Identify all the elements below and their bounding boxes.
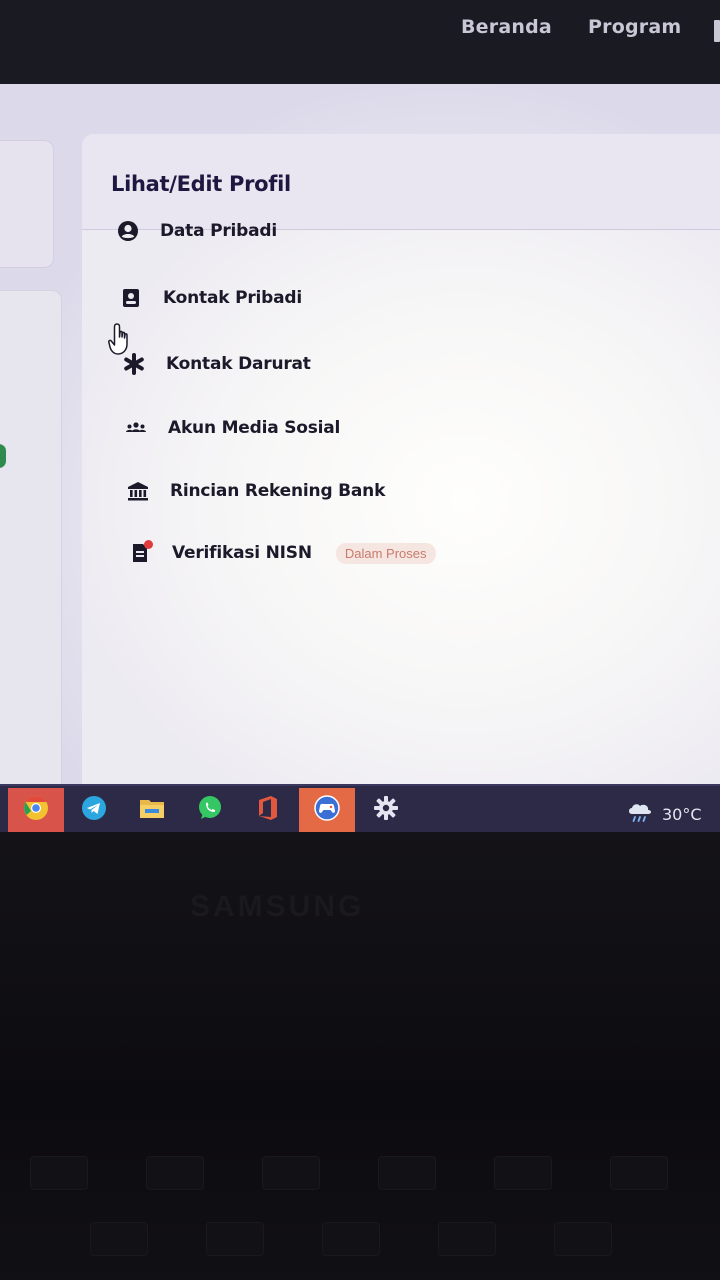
settings-icon (373, 795, 399, 826)
hand-cursor-icon (108, 323, 128, 355)
nav-link-beranda[interactable]: Beranda (461, 16, 552, 38)
menu-item-label: Kontak Pribadi (163, 288, 302, 308)
telegram-icon (81, 795, 107, 826)
taskbar-telegram-button[interactable] (66, 788, 122, 832)
taskbar: 30°C (0, 784, 720, 832)
brand-logo: SAMSUNG (190, 886, 390, 935)
taskbar-whatsapp-button[interactable] (182, 788, 238, 832)
document-icon (128, 540, 153, 565)
browser-page: Lihat/Edit Profil Data Pribadi Kontak Pr… (0, 84, 720, 784)
sidebar-card (0, 140, 54, 268)
menu-item-label: Akun Media Sosial (168, 418, 341, 438)
temperature-text: 30°C (662, 805, 702, 824)
user-circle-icon (116, 219, 140, 243)
menu-item-rincian-rekening-bank[interactable]: Rincian Rekening Bank (126, 473, 385, 509)
menu-item-label: Kontak Darurat (166, 354, 311, 374)
chrome-icon (23, 795, 49, 826)
taskbar-game-button[interactable] (299, 788, 355, 832)
nav-link-program[interactable]: Program (588, 16, 681, 38)
nav-link-truncated[interactable] (714, 20, 720, 42)
office-icon (256, 795, 280, 826)
contact-icon (119, 286, 143, 310)
status-badge: Dalam Proses (335, 542, 436, 564)
menu-item-kontak-darurat[interactable]: Kontak Darurat (122, 346, 311, 382)
keyboard-row (0, 1222, 720, 1256)
taskbar-office-button[interactable] (240, 788, 296, 832)
game-controller-icon (312, 794, 342, 827)
menu-item-label: Verifikasi NISN (172, 543, 312, 563)
taskbar-settings-button[interactable] (358, 788, 414, 832)
rain-cloud-icon (626, 800, 654, 829)
taskbar-file-explorer-button[interactable] (124, 788, 180, 832)
bank-icon (126, 479, 150, 503)
menu-item-verifikasi-nisn[interactable]: Verifikasi NISN Dalam Proses (128, 535, 436, 571)
menu-item-akun-media-sosial[interactable]: Akun Media Sosial (124, 410, 340, 446)
svg-text:SAMSUNG: SAMSUNG (190, 890, 364, 923)
whatsapp-icon (197, 795, 223, 826)
file-explorer-icon (139, 796, 165, 825)
menu-item-label: Data Pribadi (160, 221, 278, 241)
page-title: Lihat/Edit Profil (111, 172, 291, 196)
taskbar-chrome-button[interactable] (8, 788, 64, 832)
menu-item-data-pribadi[interactable]: Data Pribadi (116, 213, 277, 249)
people-icon (124, 416, 148, 440)
weather-widget[interactable]: 30°C (626, 800, 702, 829)
top-navigation-bar: Beranda Program (0, 0, 720, 84)
keyboard-row (0, 1156, 720, 1190)
notification-dot (144, 540, 153, 549)
menu-item-label: Rincian Rekening Bank (170, 481, 386, 501)
sidebar-card (0, 290, 62, 784)
menu-item-kontak-pribadi[interactable]: Kontak Pribadi (119, 280, 302, 316)
status-indicator (0, 444, 6, 468)
